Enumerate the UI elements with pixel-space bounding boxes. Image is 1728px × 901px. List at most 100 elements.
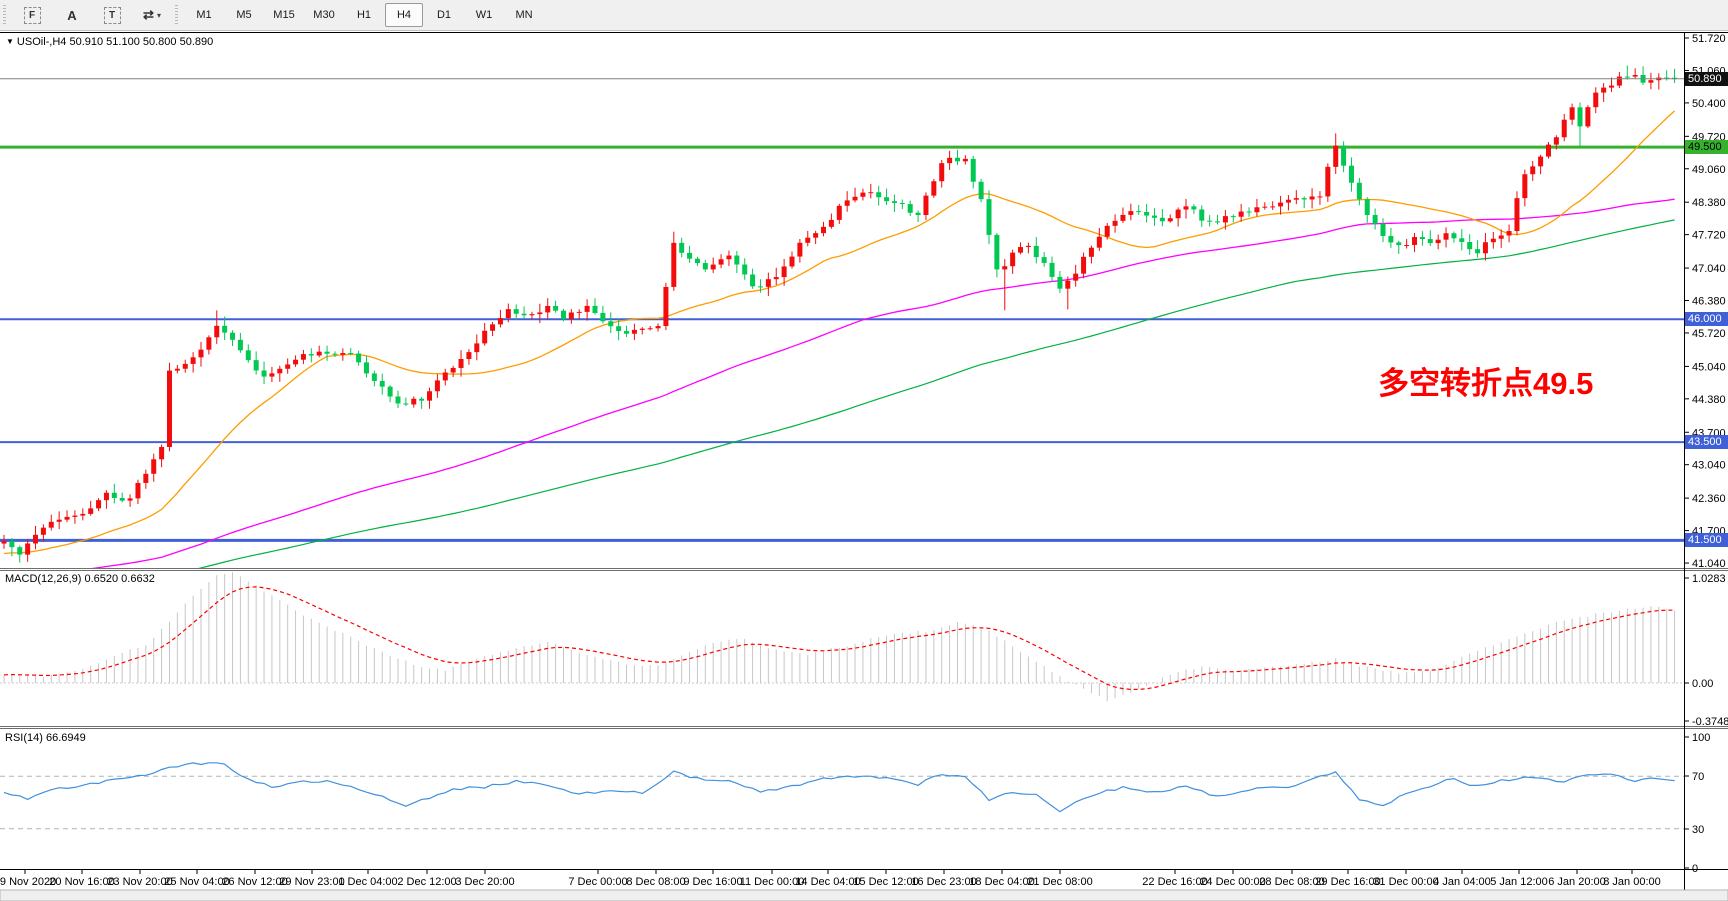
bottom-scrollbar-strip[interactable] — [0, 890, 1728, 901]
candle-body — [750, 274, 755, 286]
candle-body — [443, 373, 448, 381]
price-chart-canvas[interactable]: 51.72051.06050.40049.72049.06048.38047.7… — [0, 32, 1728, 901]
candle-body — [1349, 166, 1354, 183]
date-label: 21 Dec 08:00 — [1027, 876, 1092, 888]
candlesticks — [2, 66, 1678, 563]
toolbar-grip[interactable] — [3, 5, 8, 25]
macd-pane[interactable] — [0, 572, 1684, 701]
ma-slow-line — [4, 220, 1675, 593]
candle-body — [199, 350, 204, 358]
candle-body — [1254, 207, 1259, 212]
candle-body — [1570, 107, 1575, 119]
candle-body — [790, 257, 795, 267]
candle-body — [522, 314, 527, 316]
candle-body — [1585, 107, 1590, 126]
candle-body — [167, 371, 172, 447]
date-label: 2 Dec 12:00 — [397, 876, 456, 888]
candle-body — [317, 352, 322, 356]
tf-button-w1[interactable]: W1 — [465, 3, 503, 27]
candle-body — [364, 362, 369, 373]
mt4-window: F A T ⇄ ▾ M1 M5 M15 M30 H1 H4 D1 W1 MN 5… — [0, 0, 1728, 901]
shapes-arrows-icon: ⇄ — [143, 7, 154, 23]
chart-annotation-text: 多空转折点49.5 — [1378, 358, 1593, 403]
toolbar-grip-2[interactable] — [175, 5, 180, 25]
date-label: 24 Dec 00:00 — [1200, 876, 1265, 888]
candle-body — [1507, 231, 1512, 235]
candle-body — [238, 340, 243, 351]
macd-indicator-label: MACD(12,26,9) 0.6520 0.6632 — [5, 573, 155, 585]
candle-body — [72, 516, 77, 517]
tf-button-d1[interactable]: D1 — [425, 3, 463, 27]
rsi-tick-label: 30 — [1692, 824, 1704, 836]
symbol-dropdown-icon[interactable]: ▼ — [6, 37, 14, 46]
candle-body — [403, 403, 408, 404]
candle-body — [1294, 198, 1299, 200]
candle-body — [1514, 198, 1519, 231]
tf-button-h1[interactable]: H1 — [345, 3, 383, 27]
macd-tick-label: 0.00 — [1692, 678, 1713, 690]
candle-body — [640, 329, 645, 330]
symbol-ohlc-line: ▼USOil-,H4 50.910 51.100 50.800 50.890 — [6, 36, 213, 48]
candle-body — [963, 159, 968, 161]
indicator-frame-button[interactable]: F — [13, 3, 51, 27]
date-label: 29 Nov 23:00 — [279, 876, 344, 888]
price-tick-label: 44.380 — [1692, 394, 1726, 406]
candle-body — [1247, 212, 1252, 213]
candle-body — [805, 238, 810, 243]
indicator-frame-icon: F — [24, 7, 41, 24]
candle-body — [1459, 238, 1464, 242]
candle-body — [1136, 211, 1141, 212]
candle-body — [41, 528, 46, 535]
date-label: 22 Dec 16:00 — [1142, 876, 1207, 888]
candle-body — [151, 459, 156, 474]
candle-body — [1381, 224, 1386, 236]
candle-body — [1609, 86, 1614, 88]
rsi-tick-label: 0 — [1692, 863, 1698, 875]
candle-body — [1120, 215, 1125, 221]
candle-body — [1396, 242, 1401, 245]
price-tick-label: 45.040 — [1692, 361, 1726, 373]
candle-body — [112, 493, 117, 498]
candle-body — [1341, 146, 1346, 166]
candle-body — [797, 243, 802, 257]
candle-body — [230, 333, 235, 340]
tf-button-mn[interactable]: MN — [505, 3, 543, 27]
price-tick-label: 47.040 — [1692, 263, 1726, 275]
candle-body — [1065, 281, 1070, 289]
main-price-pane[interactable] — [0, 66, 1684, 593]
rsi-tick-label: 70 — [1692, 771, 1704, 783]
candle-body — [1050, 263, 1055, 277]
time-axis[interactable]: 19 Nov 202020 Nov 16:0023 Nov 20:0025 No… — [0, 870, 1661, 888]
candle-body — [1538, 157, 1543, 167]
tf-button-m1[interactable]: M1 — [185, 3, 223, 27]
candle-body — [829, 220, 834, 227]
candle-body — [1010, 253, 1015, 267]
price-tick-label: 46.380 — [1692, 296, 1726, 308]
rsi-pane[interactable] — [0, 763, 1684, 829]
candle-body — [1317, 196, 1322, 197]
price-axis[interactable]: 51.72051.06050.40049.72049.06048.38047.7… — [1684, 33, 1728, 875]
tf-button-m15[interactable]: M15 — [265, 3, 303, 27]
candle-body — [1310, 196, 1315, 199]
candle-body — [293, 360, 298, 365]
candle-body — [175, 369, 180, 371]
candle-body — [1325, 167, 1330, 197]
price-tick-label: 50.400 — [1692, 98, 1726, 110]
tf-button-m5[interactable]: M5 — [225, 3, 263, 27]
candle-body — [490, 324, 495, 330]
candle-body — [868, 192, 873, 193]
candle-body — [466, 352, 471, 359]
candle-body — [734, 256, 739, 265]
candle-body — [1089, 248, 1094, 257]
candle-body — [65, 517, 70, 520]
level-41500-badge: 41.500 — [1685, 533, 1728, 547]
arrow-tool-button[interactable]: A — [53, 3, 91, 27]
text-tool-button[interactable]: T — [93, 3, 131, 27]
candle-body — [845, 200, 850, 205]
shapes-tool-button[interactable]: ⇄ ▾ — [133, 3, 171, 27]
tf-button-m30[interactable]: M30 — [305, 3, 343, 27]
candle-body — [1081, 257, 1086, 274]
candle-body — [671, 243, 676, 287]
rsi-tick-label: 100 — [1692, 732, 1710, 744]
tf-button-h4[interactable]: H4 — [385, 3, 423, 27]
